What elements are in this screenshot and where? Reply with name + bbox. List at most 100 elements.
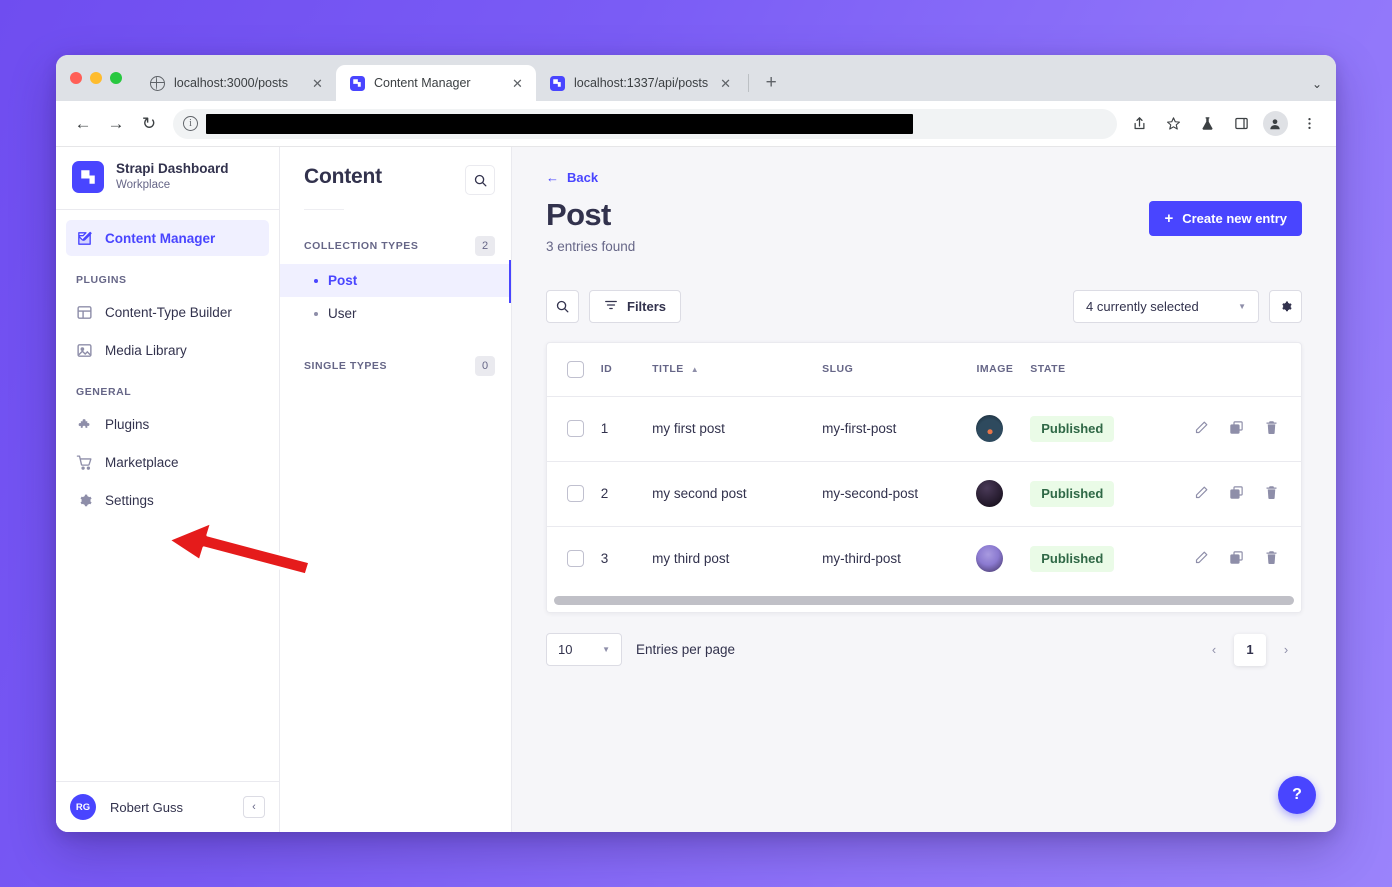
cell-slug: my-third-post: [822, 551, 901, 567]
cell-actions: [1194, 526, 1301, 591]
close-window-button[interactable]: [70, 72, 82, 84]
table-header-row: ID TITLE ▲ SLUG IMAGE STATE: [547, 342, 1301, 397]
duplicate-icon[interactable]: [1229, 485, 1244, 503]
page-size-select[interactable]: 10 ▼: [546, 633, 622, 667]
status-badge: Published: [1030, 480, 1115, 507]
previous-page-button[interactable]: ‹: [1198, 634, 1230, 666]
labs-flask-icon[interactable]: [1192, 109, 1222, 139]
column-header-state[interactable]: STATE: [1030, 342, 1194, 397]
cell-image: [976, 396, 1031, 462]
row-checkbox[interactable]: [567, 550, 584, 568]
table-horizontal-scrollbar[interactable]: [547, 591, 1301, 613]
cell-slug: my-second-post: [822, 461, 977, 527]
back-link[interactable]: ← Back: [546, 170, 598, 185]
pen-square-icon: [76, 230, 93, 247]
sidebar-item-settings[interactable]: Settings: [66, 482, 269, 518]
url-omnibox[interactable]: i: [173, 108, 1117, 139]
pencil-edit-icon[interactable]: [1194, 485, 1209, 503]
sidebar-item-plugins[interactable]: Plugins: [66, 406, 269, 442]
table-settings-button[interactable]: [1269, 289, 1302, 323]
browser-tab-title: Content Manager: [374, 76, 471, 90]
site-info-icon[interactable]: i: [183, 116, 198, 131]
avatar[interactable]: RG: [70, 794, 96, 820]
column-header-slug[interactable]: SLUG: [822, 342, 977, 397]
sidebar-item-marketplace[interactable]: Marketplace: [66, 444, 269, 480]
cell-title: my second post: [652, 461, 823, 527]
sidebar-nav: Content Manager PLUGINS Content-Type Bui…: [56, 210, 279, 781]
shopping-cart-icon: [76, 454, 93, 471]
row-checkbox[interactable]: [567, 420, 584, 438]
gear-icon: [76, 492, 93, 509]
new-tab-button[interactable]: +: [757, 69, 785, 97]
browser-tab-3[interactable]: localhost:1337/api/posts ✕: [536, 65, 744, 101]
table-toolbar: Filters 4 currently selected ▼: [546, 289, 1302, 323]
content-type-item-post[interactable]: Post: [280, 260, 511, 303]
column-header-id[interactable]: ID: [600, 342, 653, 397]
maximize-window-button[interactable]: [110, 72, 122, 84]
row-select-cell: [547, 396, 601, 462]
pagination-bar: 10 ▼ Entries per page ‹ 1 ›: [546, 633, 1302, 667]
sidebar-item-content-manager[interactable]: Content Manager: [66, 220, 269, 257]
brand-header[interactable]: Strapi Dashboard Workplace: [56, 147, 279, 211]
filters-label: Filters: [627, 298, 667, 314]
layout-icon: [76, 304, 93, 321]
reload-icon[interactable]: ↻: [134, 109, 164, 139]
bookmark-star-icon[interactable]: [1158, 109, 1188, 139]
page-number-button[interactable]: 1: [1234, 633, 1266, 666]
help-button[interactable]: ?: [1278, 776, 1316, 814]
pencil-edit-icon[interactable]: [1194, 550, 1209, 568]
table-row[interactable]: 1 my first post my-first-post Published: [547, 396, 1301, 462]
forward-arrow-icon[interactable]: →: [101, 109, 131, 139]
side-panel-icon[interactable]: [1226, 109, 1256, 139]
create-new-entry-button[interactable]: + Create new entry: [1149, 201, 1302, 236]
duplicate-icon[interactable]: [1229, 550, 1244, 568]
search-button[interactable]: [546, 289, 579, 323]
content-type-label: Post: [328, 273, 358, 288]
bullet-icon: [314, 278, 318, 283]
collapse-sidebar-button[interactable]: ‹: [243, 796, 265, 818]
sort-ascending-icon[interactable]: ▲: [691, 365, 699, 374]
share-icon[interactable]: [1124, 109, 1154, 139]
next-page-button[interactable]: ›: [1270, 634, 1302, 666]
close-icon[interactable]: ✕: [717, 75, 734, 92]
field-select-dropdown[interactable]: 4 currently selected ▼: [1073, 289, 1259, 323]
scrollbar-thumb[interactable]: [554, 596, 1294, 606]
chevron-down-icon[interactable]: ⌄: [1312, 77, 1322, 91]
page-title: Content: [304, 165, 382, 188]
duplicate-icon[interactable]: [1229, 420, 1244, 438]
browser-toolbar-icons: [1124, 109, 1324, 139]
select-all-checkbox[interactable]: [567, 360, 584, 378]
table-row[interactable]: 2 my second post my-second-post Publishe…: [547, 461, 1301, 527]
trash-delete-icon[interactable]: [1264, 550, 1279, 568]
entries-table-card: ID TITLE ▲ SLUG IMAGE STATE 1 my first p…: [546, 341, 1302, 614]
column-header-image[interactable]: IMAGE: [976, 342, 1031, 397]
sidebar-item-content-type-builder[interactable]: Content-Type Builder: [66, 294, 269, 330]
profile-avatar-icon[interactable]: [1260, 109, 1290, 139]
strapi-admin-app: Strapi Dashboard Workplace Content Manag…: [56, 147, 1336, 832]
status-badge: Published: [1030, 545, 1115, 572]
column-header-title[interactable]: TITLE ▲: [652, 342, 823, 397]
cell-id: 3: [600, 551, 609, 567]
browser-tab-2-active[interactable]: Content Manager ✕: [336, 65, 536, 101]
table-head: ID TITLE ▲ SLUG IMAGE STATE: [547, 342, 1301, 397]
search-icon[interactable]: [465, 165, 495, 195]
trash-delete-icon[interactable]: [1264, 485, 1279, 503]
pencil-edit-icon[interactable]: [1194, 420, 1209, 438]
sidebar-item-media-library[interactable]: Media Library: [66, 332, 269, 368]
strapi-logo-icon: [72, 161, 104, 194]
thumbnail-image: [976, 545, 1004, 573]
back-arrow-icon[interactable]: ←: [68, 109, 98, 139]
sidebar-item-label: Settings: [105, 492, 154, 508]
filters-button[interactable]: Filters: [589, 289, 682, 323]
cell-slug: my-first-post: [822, 396, 977, 462]
close-icon[interactable]: ✕: [309, 75, 326, 92]
trash-delete-icon[interactable]: [1264, 420, 1279, 438]
close-icon[interactable]: ✕: [509, 75, 526, 92]
cell-state: Published: [1030, 396, 1194, 462]
row-checkbox[interactable]: [567, 485, 584, 503]
browser-tab-1[interactable]: localhost:3000/posts ✕: [136, 65, 336, 101]
minimize-window-button[interactable]: [90, 72, 102, 84]
table-row[interactable]: 3 my third post my-third-post Published: [547, 526, 1301, 591]
content-type-item-user[interactable]: User: [280, 297, 511, 330]
kebab-menu-icon[interactable]: [1294, 109, 1324, 139]
